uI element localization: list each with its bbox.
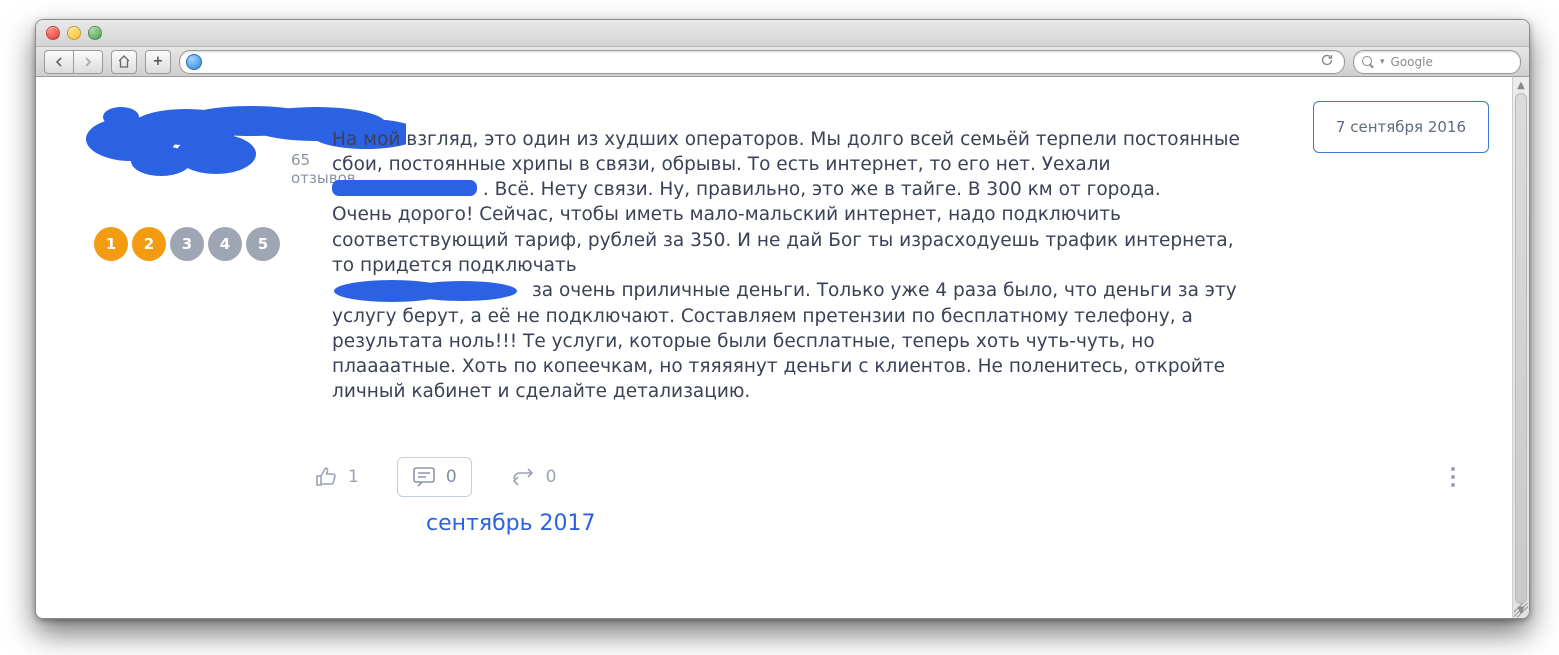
browser-search-field[interactable]: ▾ Google <box>1353 50 1521 74</box>
redacted-inline-2 <box>332 278 522 304</box>
month-label: сентябрь 2017 <box>426 511 1463 536</box>
rating-dot-4[interactable]: 4 <box>208 227 242 261</box>
review-actions-row: 1 0 0 <box>314 457 1463 497</box>
scroll-up-button[interactable]: ▲ <box>1513 77 1529 93</box>
home-icon <box>117 55 131 68</box>
globe-icon <box>186 54 202 70</box>
browser-window: + ▾ Google 7 сентября 2016 <box>35 19 1530 619</box>
nav-segment <box>44 50 103 74</box>
like-count: 1 <box>348 467 359 487</box>
scroll-thumb[interactable] <box>1515 93 1527 604</box>
rating-dot-3[interactable]: 3 <box>170 227 204 261</box>
chevron-right-icon <box>83 57 93 67</box>
review-date-box: 7 сентября 2016 <box>1313 101 1489 153</box>
window-close-button[interactable] <box>46 26 60 40</box>
window-traffic-lights <box>46 26 102 40</box>
redacted-inline-1 <box>332 180 477 196</box>
window-zoom-button[interactable] <box>88 26 102 40</box>
share-button[interactable]: 0 <box>510 466 557 488</box>
review-date: 7 сентября 2016 <box>1336 118 1466 136</box>
rating-dot-2[interactable]: 2 <box>132 227 166 261</box>
address-bar[interactable] <box>179 50 1345 74</box>
rating-dots: 1 2 3 4 5 <box>94 227 296 261</box>
window-minimize-button[interactable] <box>67 26 81 40</box>
comment-icon <box>412 466 436 488</box>
comment-count: 0 <box>446 467 457 487</box>
share-icon <box>510 466 536 488</box>
review-text: На мой взгляд, это один из худших операт… <box>332 127 1252 405</box>
reload-button[interactable] <box>1320 53 1338 71</box>
plus-icon: + <box>153 54 164 69</box>
thumbs-up-icon <box>314 465 338 489</box>
search-icon <box>1362 56 1374 68</box>
home-button[interactable] <box>111 50 137 74</box>
chevron-left-icon <box>54 57 64 67</box>
back-button[interactable] <box>44 50 74 74</box>
rating-dot-1[interactable]: 1 <box>94 227 128 261</box>
window-titlebar <box>36 20 1529 47</box>
page-content: 7 сентября 2016 <box>36 77 1529 618</box>
window-resize-grip[interactable] <box>1514 603 1528 617</box>
search-placeholder: Google <box>1391 55 1433 69</box>
rating-dot-5[interactable]: 5 <box>246 227 280 261</box>
like-button[interactable]: 1 <box>314 465 359 489</box>
more-menu-button[interactable] <box>1451 467 1455 487</box>
reload-icon <box>1320 53 1334 67</box>
comment-button[interactable]: 0 <box>397 457 472 497</box>
forward-button[interactable] <box>74 50 103 74</box>
share-count: 0 <box>546 467 557 487</box>
add-bookmark-button[interactable]: + <box>145 50 171 74</box>
chevron-down-icon: ▾ <box>1380 57 1385 67</box>
vertical-scrollbar[interactable]: ▲ ▼ <box>1512 77 1529 618</box>
browser-toolbar: + ▾ Google <box>36 47 1529 77</box>
